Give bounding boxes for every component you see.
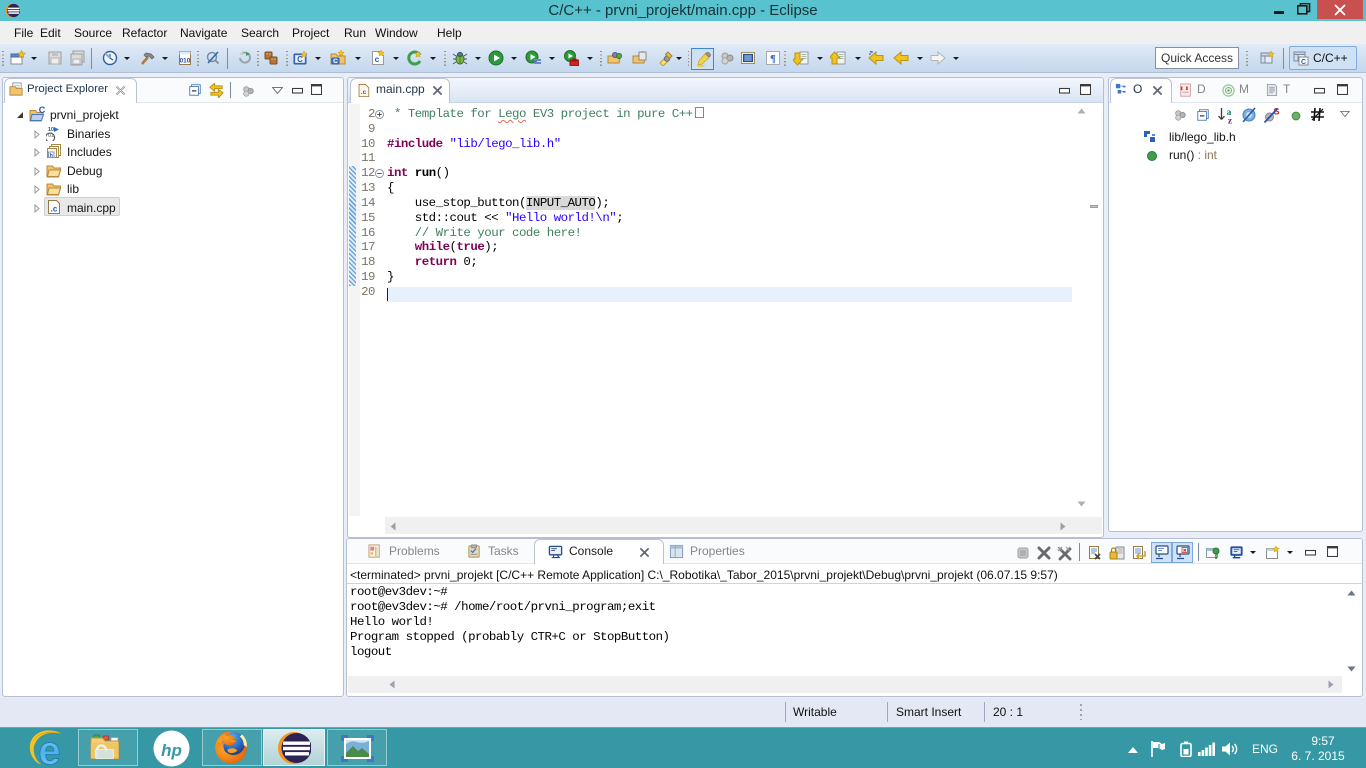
svg-text:z: z bbox=[1228, 117, 1233, 125]
svg-text:hp: hp bbox=[161, 741, 182, 760]
svg-text:010: 010 bbox=[180, 58, 191, 65]
svg-text:C: C bbox=[39, 106, 46, 115]
svg-text:¶: ¶ bbox=[770, 53, 776, 65]
svg-text:.c: .c bbox=[51, 204, 58, 213]
svg-text:.c: .c bbox=[361, 89, 367, 96]
svg-text:C: C bbox=[1301, 59, 1306, 66]
svg-text:C: C bbox=[333, 58, 338, 65]
